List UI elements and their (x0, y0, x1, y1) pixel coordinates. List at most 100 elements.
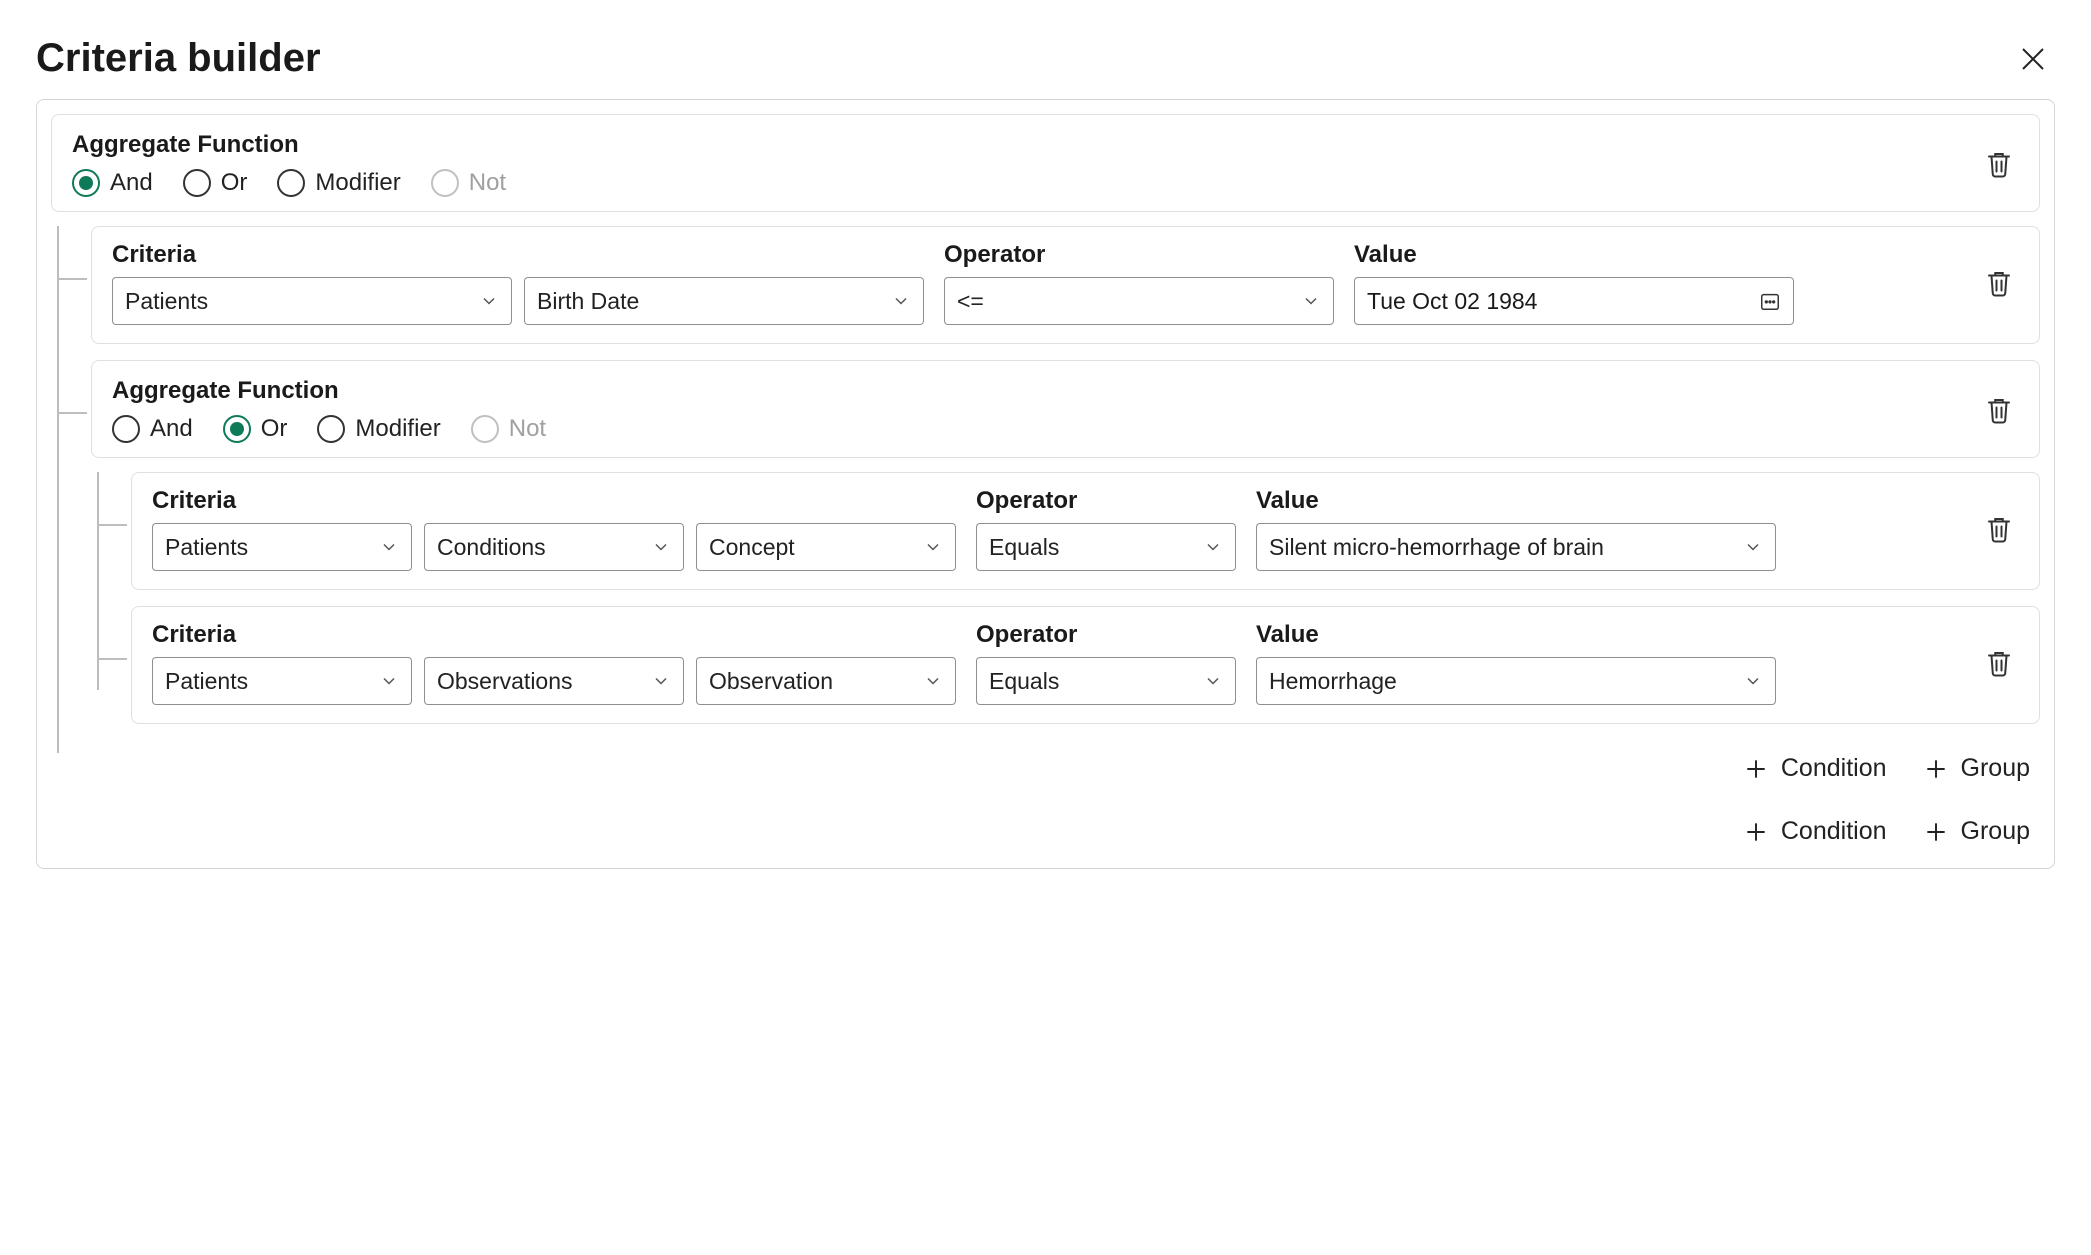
chevron-down-icon (379, 671, 399, 691)
operator-label: Operator (976, 621, 1236, 649)
add-group-button[interactable]: Group (1923, 754, 2030, 783)
value-date-text: Tue Oct 02 1984 (1367, 288, 1537, 315)
radio-modifier-label: Modifier (315, 169, 400, 197)
criteria-entity-dropdown[interactable]: Patients (152, 523, 412, 571)
value-label: Value (1354, 241, 1794, 269)
value-label: Value (1256, 487, 1776, 515)
operator-label: Operator (976, 487, 1236, 515)
delete-row-button[interactable] (1979, 643, 2019, 683)
value-label: Value (1256, 621, 1776, 649)
criteria-row: Criteria Patients Birth Date (91, 226, 2040, 344)
value-text: Silent micro-hemorrhage of brain (1269, 534, 1604, 561)
chevron-down-icon (1203, 671, 1223, 691)
criteria-subentity-dropdown[interactable]: Conditions (424, 523, 684, 571)
add-condition-button[interactable]: Condition (1743, 817, 1887, 846)
operator-value: Equals (989, 534, 1059, 561)
operator-dropdown[interactable]: Equals (976, 657, 1236, 705)
delete-row-button[interactable] (1979, 263, 2019, 303)
radio-or-label: Or (261, 415, 288, 443)
chevron-down-icon (651, 537, 671, 557)
criteria-builder-container: Aggregate Function And Or Modifier (36, 99, 2055, 869)
radio-and-label: And (150, 415, 193, 443)
delete-group-button[interactable] (1979, 144, 2019, 184)
criteria-subentity-dropdown[interactable]: Observations (424, 657, 684, 705)
criteria-entity-dropdown[interactable]: Patients (112, 277, 512, 325)
chevron-down-icon (923, 537, 943, 557)
criteria-label: Criteria (152, 621, 956, 649)
add-group-label: Group (1961, 817, 2030, 846)
aggregate-function-label: Aggregate Function (72, 131, 506, 159)
chevron-down-icon (923, 671, 943, 691)
radio-not-label: Not (509, 415, 546, 443)
page-title: Criteria builder (36, 36, 321, 81)
radio-modifier-label: Modifier (355, 415, 440, 443)
criteria-label: Criteria (112, 241, 924, 269)
operator-value: Equals (989, 668, 1059, 695)
criteria-subentity-value: Conditions (437, 534, 546, 561)
trash-icon (1984, 514, 2014, 544)
criteria-subentity-value: Observations (437, 668, 573, 695)
chevron-down-icon (651, 671, 671, 691)
add-condition-label: Condition (1781, 754, 1887, 783)
plus-icon (1923, 756, 1949, 782)
criteria-entity-value: Patients (165, 534, 248, 561)
operator-dropdown[interactable]: <= (944, 277, 1334, 325)
radio-modifier[interactable]: Modifier (277, 169, 400, 197)
value-text: Hemorrhage (1269, 668, 1397, 695)
criteria-entity-dropdown[interactable]: Patients (152, 657, 412, 705)
group-root: Aggregate Function And Or Modifier (51, 114, 2040, 212)
chevron-down-icon (379, 537, 399, 557)
operator-label: Operator (944, 241, 1334, 269)
radio-modifier[interactable]: Modifier (317, 415, 440, 443)
delete-row-button[interactable] (1979, 509, 2019, 549)
trash-icon (1984, 149, 2014, 179)
criteria-field-value: Birth Date (537, 288, 639, 315)
operator-value: <= (957, 288, 984, 315)
radio-not: Not (431, 169, 506, 197)
plus-icon (1743, 819, 1769, 845)
radio-and-label: And (110, 169, 153, 197)
value-dropdown[interactable]: Silent micro-hemorrhage of brain (1256, 523, 1776, 571)
chevron-down-icon (479, 291, 499, 311)
value-date-input[interactable]: Tue Oct 02 1984 (1354, 277, 1794, 325)
criteria-entity-value: Patients (125, 288, 208, 315)
value-dropdown[interactable]: Hemorrhage (1256, 657, 1776, 705)
criteria-field-value: Concept (709, 534, 795, 561)
chevron-down-icon (1203, 537, 1223, 557)
criteria-row: Criteria Patients Conditions (131, 472, 2040, 590)
chevron-down-icon (1301, 291, 1321, 311)
radio-and[interactable]: And (112, 415, 193, 443)
radio-not: Not (471, 415, 546, 443)
add-condition-button[interactable]: Condition (1743, 754, 1887, 783)
chevron-down-icon (1743, 537, 1763, 557)
chevron-down-icon (1743, 671, 1763, 691)
radio-or[interactable]: Or (183, 169, 248, 197)
operator-dropdown[interactable]: Equals (976, 523, 1236, 571)
plus-icon (1743, 756, 1769, 782)
criteria-field-dropdown[interactable]: Concept (696, 523, 956, 571)
criteria-label: Criteria (152, 487, 956, 515)
plus-icon (1923, 819, 1949, 845)
radio-or-label: Or (221, 169, 248, 197)
add-group-button[interactable]: Group (1923, 817, 2030, 846)
trash-icon (1984, 648, 2014, 678)
group-nested: Aggregate Function And Or (91, 360, 2040, 458)
add-condition-label: Condition (1781, 817, 1887, 846)
trash-icon (1984, 395, 2014, 425)
add-group-label: Group (1961, 754, 2030, 783)
criteria-field-dropdown[interactable]: Observation (696, 657, 956, 705)
chevron-down-icon (891, 291, 911, 311)
delete-group-button[interactable] (1979, 390, 2019, 430)
date-picker-icon (1759, 290, 1781, 312)
close-icon (2018, 44, 2048, 74)
criteria-row: Criteria Patients Observations (131, 606, 2040, 724)
trash-icon (1984, 268, 2014, 298)
criteria-field-value: Observation (709, 668, 833, 695)
radio-not-label: Not (469, 169, 506, 197)
criteria-entity-value: Patients (165, 668, 248, 695)
close-button[interactable] (2011, 37, 2055, 81)
radio-or[interactable]: Or (223, 415, 288, 443)
aggregate-function-label: Aggregate Function (112, 377, 546, 405)
criteria-field-dropdown[interactable]: Birth Date (524, 277, 924, 325)
radio-and[interactable]: And (72, 169, 153, 197)
